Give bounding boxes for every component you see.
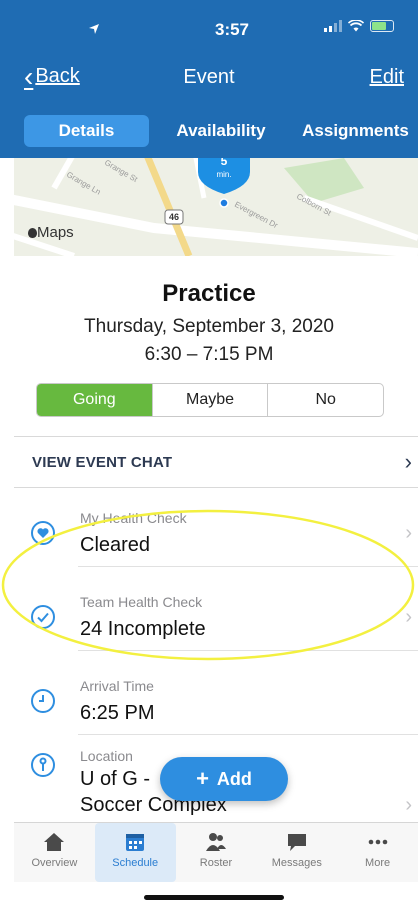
- divider: [78, 734, 418, 735]
- row-sublabel: Arrival Time: [80, 678, 154, 694]
- row-value: 6:25 PM: [80, 702, 155, 724]
- pin-unit: min.: [216, 170, 231, 179]
- rsvp-going-button[interactable]: Going: [37, 384, 152, 416]
- event-title: Practice: [162, 280, 256, 307]
- view-event-chat-label: VIEW EVENT CHAT: [32, 454, 173, 471]
- home-indicator: [144, 895, 284, 900]
- chevron-right-icon: ›: [404, 449, 412, 474]
- home-icon: [44, 833, 65, 851]
- bottom-tab-bar: Overview Schedule Roster Messages More: [14, 822, 418, 882]
- tab-details[interactable]: Details: [24, 115, 149, 147]
- tab-roster[interactable]: Roster: [176, 823, 257, 882]
- header-bar: 3:57 ‹ Back Event Edit Details Availabil…: [0, 0, 418, 158]
- divider: [14, 487, 418, 488]
- event-time: 6:30 – 7:15 PM: [144, 344, 274, 365]
- annotation-ellipse: [1, 509, 415, 661]
- row-value: U of G -: [80, 768, 151, 790]
- wifi-icon: [348, 20, 364, 32]
- tab-label: Roster: [199, 857, 233, 869]
- tab-messages[interactable]: Messages: [256, 823, 337, 882]
- tab-more[interactable]: More: [337, 823, 418, 882]
- route-shield: 46: [169, 212, 179, 222]
- status-icons: [324, 20, 394, 32]
- event-date: Thursday, September 3, 2020: [84, 316, 334, 337]
- more-dots-icon: [368, 839, 387, 845]
- tab-label: Schedule: [112, 857, 159, 869]
- clock-icon: [31, 689, 55, 713]
- chevron-right-icon: ›: [405, 794, 412, 816]
- map-view[interactable]: Grange Ln Grange St Evergreen Dr Colborn…: [14, 158, 418, 256]
- nav-bar: ‹ Back Event Edit: [0, 60, 418, 100]
- tab-availability[interactable]: Availability: [149, 115, 293, 147]
- segment-tabs: Details Availability Assignments: [24, 115, 418, 147]
- rsvp-no-button[interactable]: No: [267, 384, 383, 416]
- location-arrow-icon: [89, 24, 99, 34]
- calendar-icon: [126, 834, 145, 851]
- tab-overview[interactable]: Overview: [14, 823, 95, 882]
- rsvp-segmented-control: Going Maybe No: [36, 383, 384, 417]
- chat-bubble-icon: [287, 834, 306, 851]
- page-title: Event: [183, 66, 235, 88]
- battery-icon: [370, 20, 394, 32]
- edit-button[interactable]: Edit: [370, 66, 404, 89]
- tab-label: Messages: [271, 857, 322, 869]
- arrival-time-row: Arrival Time 6:25 PM: [14, 660, 418, 744]
- status-bar: 3:57: [0, 0, 418, 56]
- add-button[interactable]: + Add: [160, 757, 288, 801]
- tab-label: More: [365, 857, 391, 869]
- tab-schedule[interactable]: Schedule: [94, 823, 176, 882]
- info-pin-icon: [31, 753, 55, 777]
- signal-icon: [324, 20, 342, 32]
- tab-assignments[interactable]: Assignments: [293, 115, 418, 147]
- pin-number: 5: [221, 158, 228, 168]
- plus-icon: +: [196, 766, 209, 791]
- rsvp-maybe-button[interactable]: Maybe: [151, 384, 268, 416]
- map-streets: Grange Ln Grange St Evergreen Dr Colborn…: [14, 158, 418, 256]
- location-dot: [219, 198, 229, 208]
- add-label: Add: [216, 768, 252, 789]
- apple-logo-icon: [28, 228, 37, 238]
- people-icon: [205, 833, 226, 851]
- maps-attribution: Maps: [28, 224, 74, 241]
- tab-label: Overview: [31, 857, 78, 869]
- view-event-chat-row[interactable]: VIEW EVENT CHAT ›: [14, 437, 418, 487]
- row-sublabel: Location: [80, 748, 133, 764]
